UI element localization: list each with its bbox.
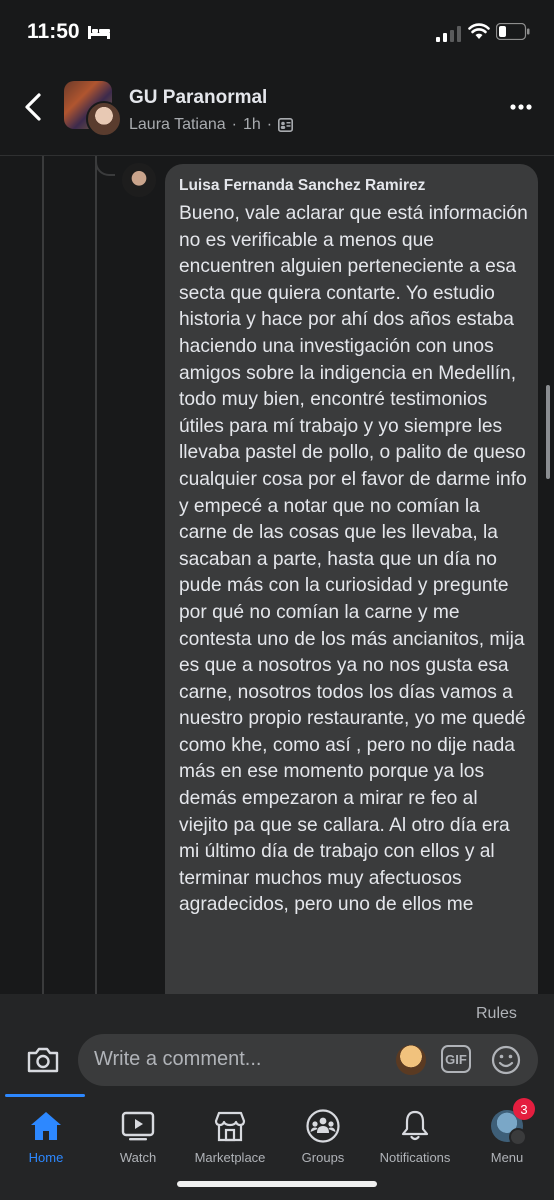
camera-icon[interactable] [26, 1046, 60, 1074]
active-tab-indicator [5, 1094, 85, 1097]
tab-label-notifications: Notifications [379, 1150, 451, 1165]
home-icon [31, 1112, 61, 1140]
comment-bubble[interactable]: Luisa Fernanda Sanchez Ramirez Bueno, va… [165, 164, 538, 1024]
watch-icon [121, 1111, 155, 1141]
reply-thread-line [95, 156, 97, 996]
comment-author[interactable]: Luisa Fernanda Sanchez Ramirez [179, 177, 425, 195]
battery-icon [496, 23, 530, 40]
back-arrow-icon[interactable] [22, 92, 46, 122]
cellular-signal-icon [436, 26, 461, 42]
header-divider [0, 155, 554, 156]
tab-watch[interactable]: Watch [92, 1108, 184, 1165]
bell-icon [401, 1110, 429, 1141]
tab-home[interactable]: Home [0, 1108, 92, 1165]
comment-placeholder: Write a comment... [94, 1048, 262, 1070]
home-indicator[interactable] [177, 1181, 377, 1187]
poster-name[interactable]: Laura Tatiana [129, 116, 226, 134]
gif-button[interactable]: GIF [441, 1045, 471, 1073]
commenter-avatar[interactable] [122, 163, 156, 197]
meta-separator: · [231, 116, 237, 133]
tab-label-watch: Watch [119, 1150, 157, 1165]
tab-groups[interactable]: Groups [277, 1108, 369, 1165]
marketplace-icon [214, 1111, 246, 1142]
meta-separator-2: · [266, 116, 273, 133]
sleep-mode-icon [88, 26, 110, 39]
notification-badge: 3 [513, 1098, 535, 1120]
group-audience-icon [278, 118, 294, 132]
menu-lines-icon [509, 1128, 527, 1146]
tab-menu[interactable]: 3 Menu [461, 1098, 553, 1165]
poster-avatar[interactable] [86, 101, 122, 137]
tab-label-menu: Menu [490, 1150, 524, 1165]
avatar-sticker-icon[interactable] [396, 1045, 426, 1075]
groups-icon [306, 1109, 340, 1143]
group-name[interactable]: GU Paranormal [129, 87, 267, 109]
more-options-icon[interactable] [510, 104, 532, 110]
post-time: 1h [243, 116, 261, 133]
tab-label-marketplace: Marketplace [194, 1150, 266, 1165]
wifi-icon [468, 23, 490, 39]
tab-label-groups: Groups [301, 1150, 345, 1165]
tab-notifications[interactable]: Notifications [369, 1108, 461, 1165]
tab-marketplace[interactable]: Marketplace [184, 1108, 276, 1165]
post-meta: Laura Tatiana · 1h · [129, 116, 294, 134]
tab-label-home: Home [28, 1150, 64, 1165]
comment-text: Bueno, vale aclarar que está información… [179, 203, 528, 916]
scrollbar[interactable] [546, 385, 550, 479]
rules-link[interactable]: Rules [476, 1005, 517, 1023]
emoji-icon[interactable] [490, 1044, 522, 1076]
menu-avatar: 3 [491, 1098, 535, 1146]
status-time: 11:50 [27, 20, 80, 43]
thread-line [42, 156, 44, 996]
reply-connector [95, 156, 115, 176]
comment-input[interactable]: Write a comment... GIF [78, 1034, 538, 1086]
